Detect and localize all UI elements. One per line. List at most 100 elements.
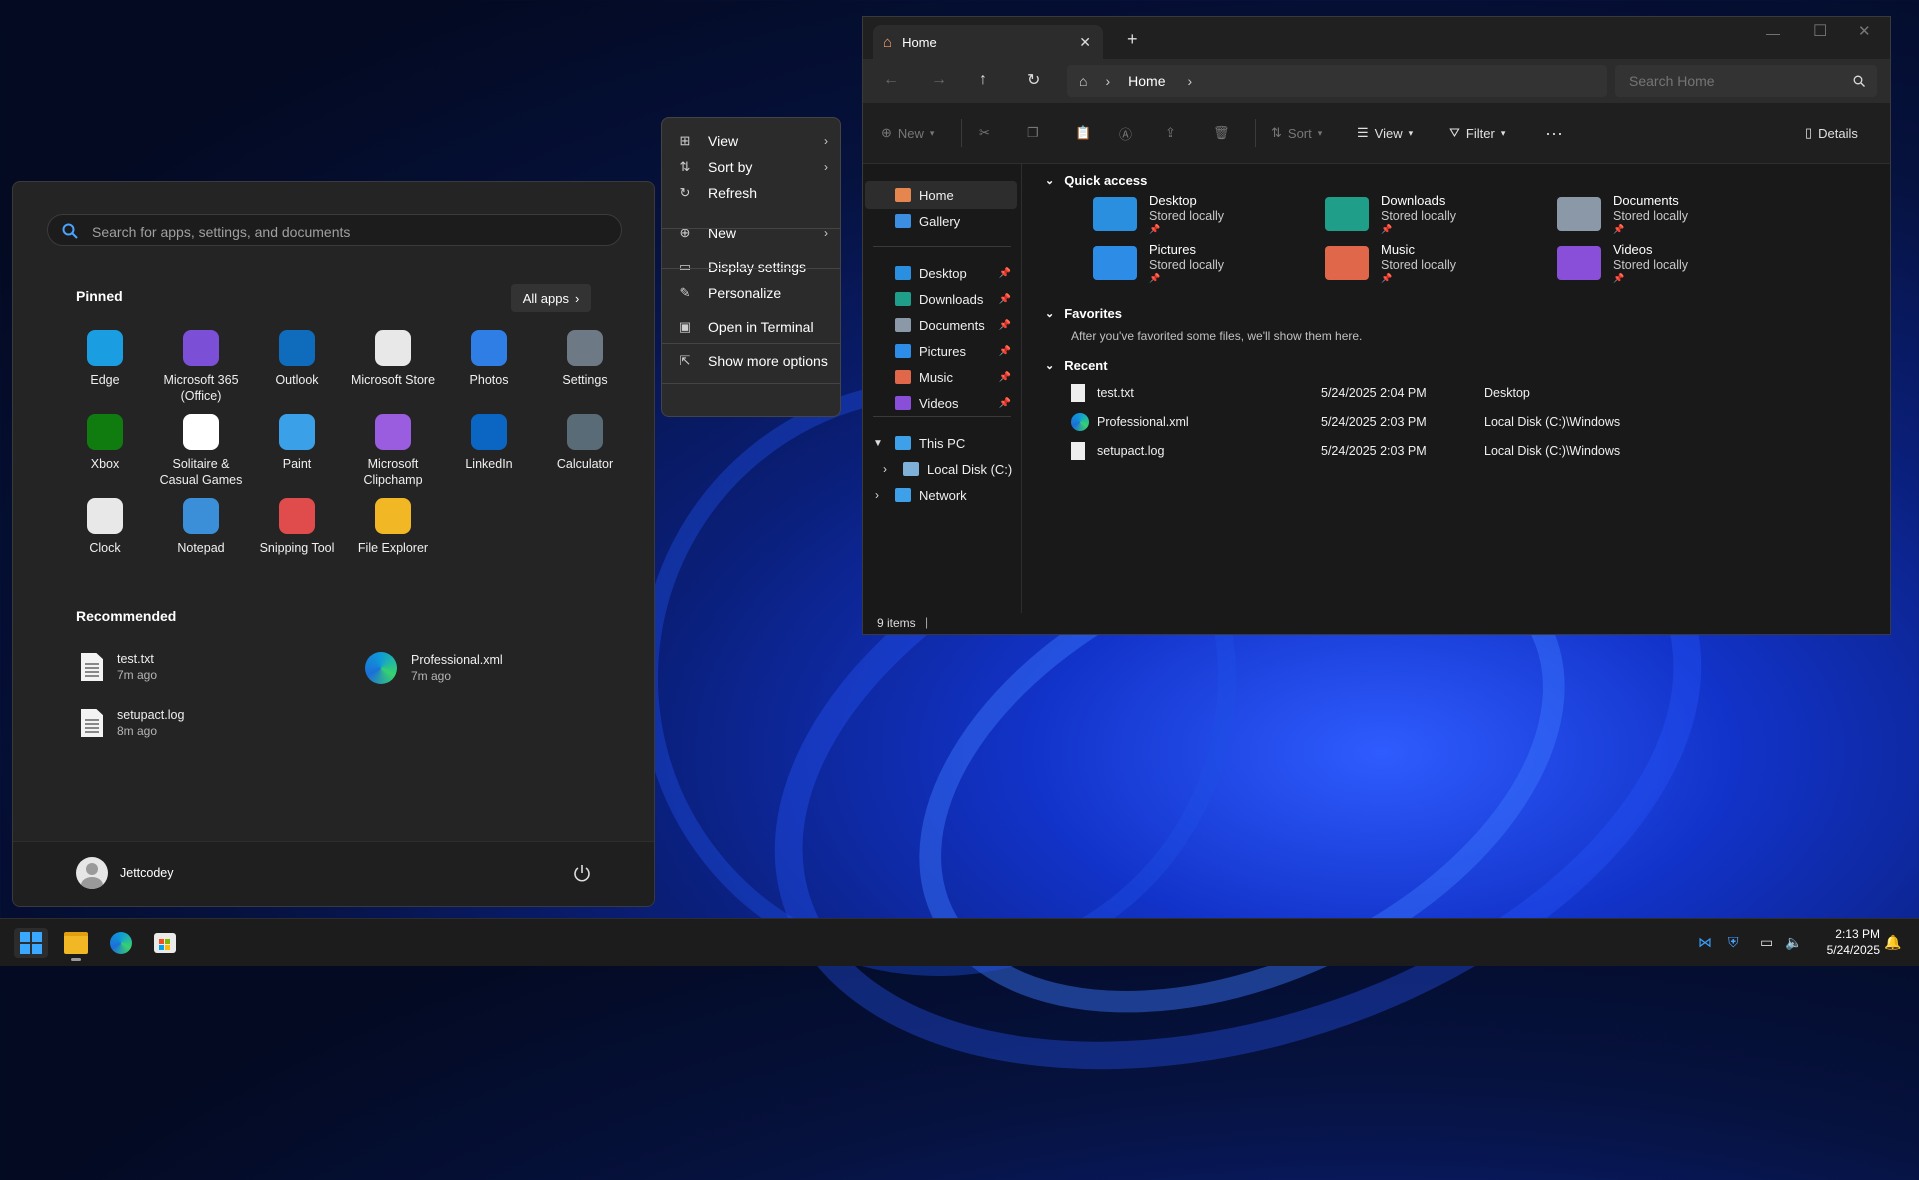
notepad-icon [183,498,219,534]
taskbar-edge[interactable] [104,928,138,958]
pinned-app[interactable]: Settings [537,330,633,388]
more-options-icon[interactable]: ··· [1545,103,1563,163]
microsoft-store-icon [154,933,176,953]
table-row[interactable]: setupact.log 5/24/2025 2:03 PM Local Disk … [1071,436,1871,466]
tab-home[interactable]: ⌂ Home ✕ [873,25,1103,59]
pinned-app[interactable]: Snipping Tool [249,498,345,556]
nav-item-pinned[interactable]: Videos 📌 [865,389,1017,417]
close-tab-icon[interactable]: ✕ [1079,34,1091,51]
nav-item-pinned[interactable]: Desktop 📌 [865,259,1017,287]
pinned-app[interactable]: Photos [441,330,537,388]
notification-bell-icon[interactable]: 🔔 [1884,934,1901,951]
new-tab-icon[interactable]: + [1127,29,1138,50]
avatar-head [86,863,98,875]
quick-access-header[interactable]: ⌄ Quick access [1045,173,1147,188]
context-menu-item[interactable]: ⊕ New › [666,218,836,248]
context-menu-item[interactable]: ✎ Personalize [666,278,836,308]
pinned-app[interactable]: Microsoft Clipchamp [345,414,441,488]
breadcrumb[interactable]: Home [1128,73,1165,89]
view-button[interactable]: ☰ View ▾ [1357,103,1413,163]
context-menu-item[interactable]: ⇱ Show more options [666,346,836,376]
all-apps-button[interactable]: All apps › [511,284,591,312]
quick-access-folder[interactable]: Documents Stored locally 📌 [1557,193,1688,235]
context-menu-item[interactable]: ▣ Open in Terminal [666,312,836,342]
search-input[interactable] [1627,72,1831,90]
forward-icon[interactable]: → [931,71,947,89]
clock[interactable]: 2:13 PM 5/24/2025 [1812,926,1880,958]
network-tray-icon[interactable]: ▭ [1760,934,1773,951]
volume-icon[interactable]: 🔈 [1785,934,1802,951]
pinned-app[interactable]: File Explorer [345,498,441,556]
share-icon[interactable]: ⇪ [1165,103,1176,163]
quick-access-folder[interactable]: Videos Stored locally 📌 [1557,242,1688,284]
delete-icon[interactable]: 🗑 [1213,103,1230,163]
pinned-app[interactable]: Edge [57,330,153,388]
nav-item-pinned[interactable]: Music 📌 [865,363,1017,391]
nav-item-this-pc[interactable]: ▼ This PC [865,429,1017,457]
copy-icon[interactable]: ❐ [1027,103,1039,163]
sort-icon: ⇅ [1271,125,1282,140]
quick-access-folder[interactable]: Downloads Stored locally 📌 [1325,193,1456,235]
nav-item-network[interactable]: › Network [865,481,1017,509]
table-row[interactable]: test.txt 5/24/2025 2:04 PM Desktop [1071,378,1871,408]
back-icon[interactable]: ← [883,71,899,89]
maximize-icon[interactable]: ☐ [1813,21,1827,41]
settings-icon [567,330,603,366]
pinned-app[interactable]: Outlook [249,330,345,388]
start-search-box[interactable] [47,214,622,246]
pc-icon [895,436,911,450]
new-label: New [897,125,924,141]
nav-item-home[interactable]: Home [865,181,1017,209]
pinned-app[interactable]: Clock [57,498,153,556]
power-icon[interactable] [573,864,591,882]
refresh-icon[interactable]: ↻ [1027,70,1040,90]
nav-item-local-disk[interactable]: › Local Disk (C:) [865,455,1017,483]
pinned-app[interactable]: Calculator [537,414,633,472]
context-menu-item[interactable]: ↻ Refresh [666,178,836,208]
details-button[interactable]: ▯ Details [1805,103,1858,163]
sort-button[interactable]: ⇅ Sort ▾ [1271,103,1322,163]
table-row[interactable]: Professional.xml 5/24/2025 2:03 PM Local D… [1071,407,1871,437]
security-shield-icon[interactable]: ⛨ [1728,934,1739,951]
new-button[interactable]: ⊕ New ▾ [881,103,934,163]
pinned-app[interactable]: LinkedIn [441,414,537,472]
taskbar-store[interactable] [148,928,182,958]
favorites-header[interactable]: ⌄ Favorites [1045,306,1122,321]
pinned-app[interactable]: Microsoft 365 (Office) [153,330,249,404]
nav-item-pinned[interactable]: Documents 📌 [865,311,1017,339]
pinned-app[interactable]: Paint [249,414,345,472]
nav-item-pinned[interactable]: Downloads 📌 [865,285,1017,313]
filter-button[interactable]: ⛛ Filter ▾ [1449,103,1505,163]
pinned-app[interactable]: Xbox [57,414,153,472]
paste-icon[interactable]: 📋 [1075,103,1091,163]
recommended-item[interactable]: Professional.xml 7m ago [365,652,503,684]
quick-access-folder[interactable]: Music Stored locally 📌 [1325,242,1456,284]
start-button[interactable] [14,928,48,958]
rename-icon[interactable]: Ⓐ [1119,103,1132,163]
nav-item-pinned[interactable]: Pictures 📌 [865,337,1017,365]
minimize-icon[interactable]: — [1766,25,1780,41]
close-window-icon[interactable]: ✕ [1858,22,1871,40]
chevron-right-icon[interactable]: › [1188,73,1193,89]
start-search-input[interactable] [90,221,594,243]
search-box[interactable] [1615,65,1877,97]
folder-icon [895,266,911,280]
user-account[interactable]: Jettcodey [76,857,174,889]
recommended-item[interactable]: test.txt 7m ago [81,652,157,682]
recommended-item[interactable]: setupact.log 8m ago [81,708,184,738]
taskbar-file-explorer[interactable] [59,928,93,961]
pinned-app-label: Clock [89,541,121,555]
up-icon[interactable]: ↑ [979,71,987,89]
details-pane-icon: ▯ [1805,125,1813,140]
nav-item-gallery[interactable]: Gallery [865,207,1017,235]
pinned-app[interactable]: Notepad [153,498,249,556]
recent-header[interactable]: ⌄ Recent [1045,358,1108,373]
home-icon: ⌂ [883,33,893,51]
pinned-app[interactable]: Microsoft Store [345,330,441,388]
quick-access-folder[interactable]: Desktop Stored locally 📌 [1093,193,1224,235]
pinned-app[interactable]: Solitaire & Casual Games [153,414,249,488]
cut-icon[interactable]: ✂ [979,103,990,163]
vscode-tray-icon[interactable]: ⋈ [1698,934,1712,951]
address-bar[interactable]: ⌂ › Home › [1067,65,1607,97]
quick-access-folder[interactable]: Pictures Stored locally 📌 [1093,242,1224,284]
